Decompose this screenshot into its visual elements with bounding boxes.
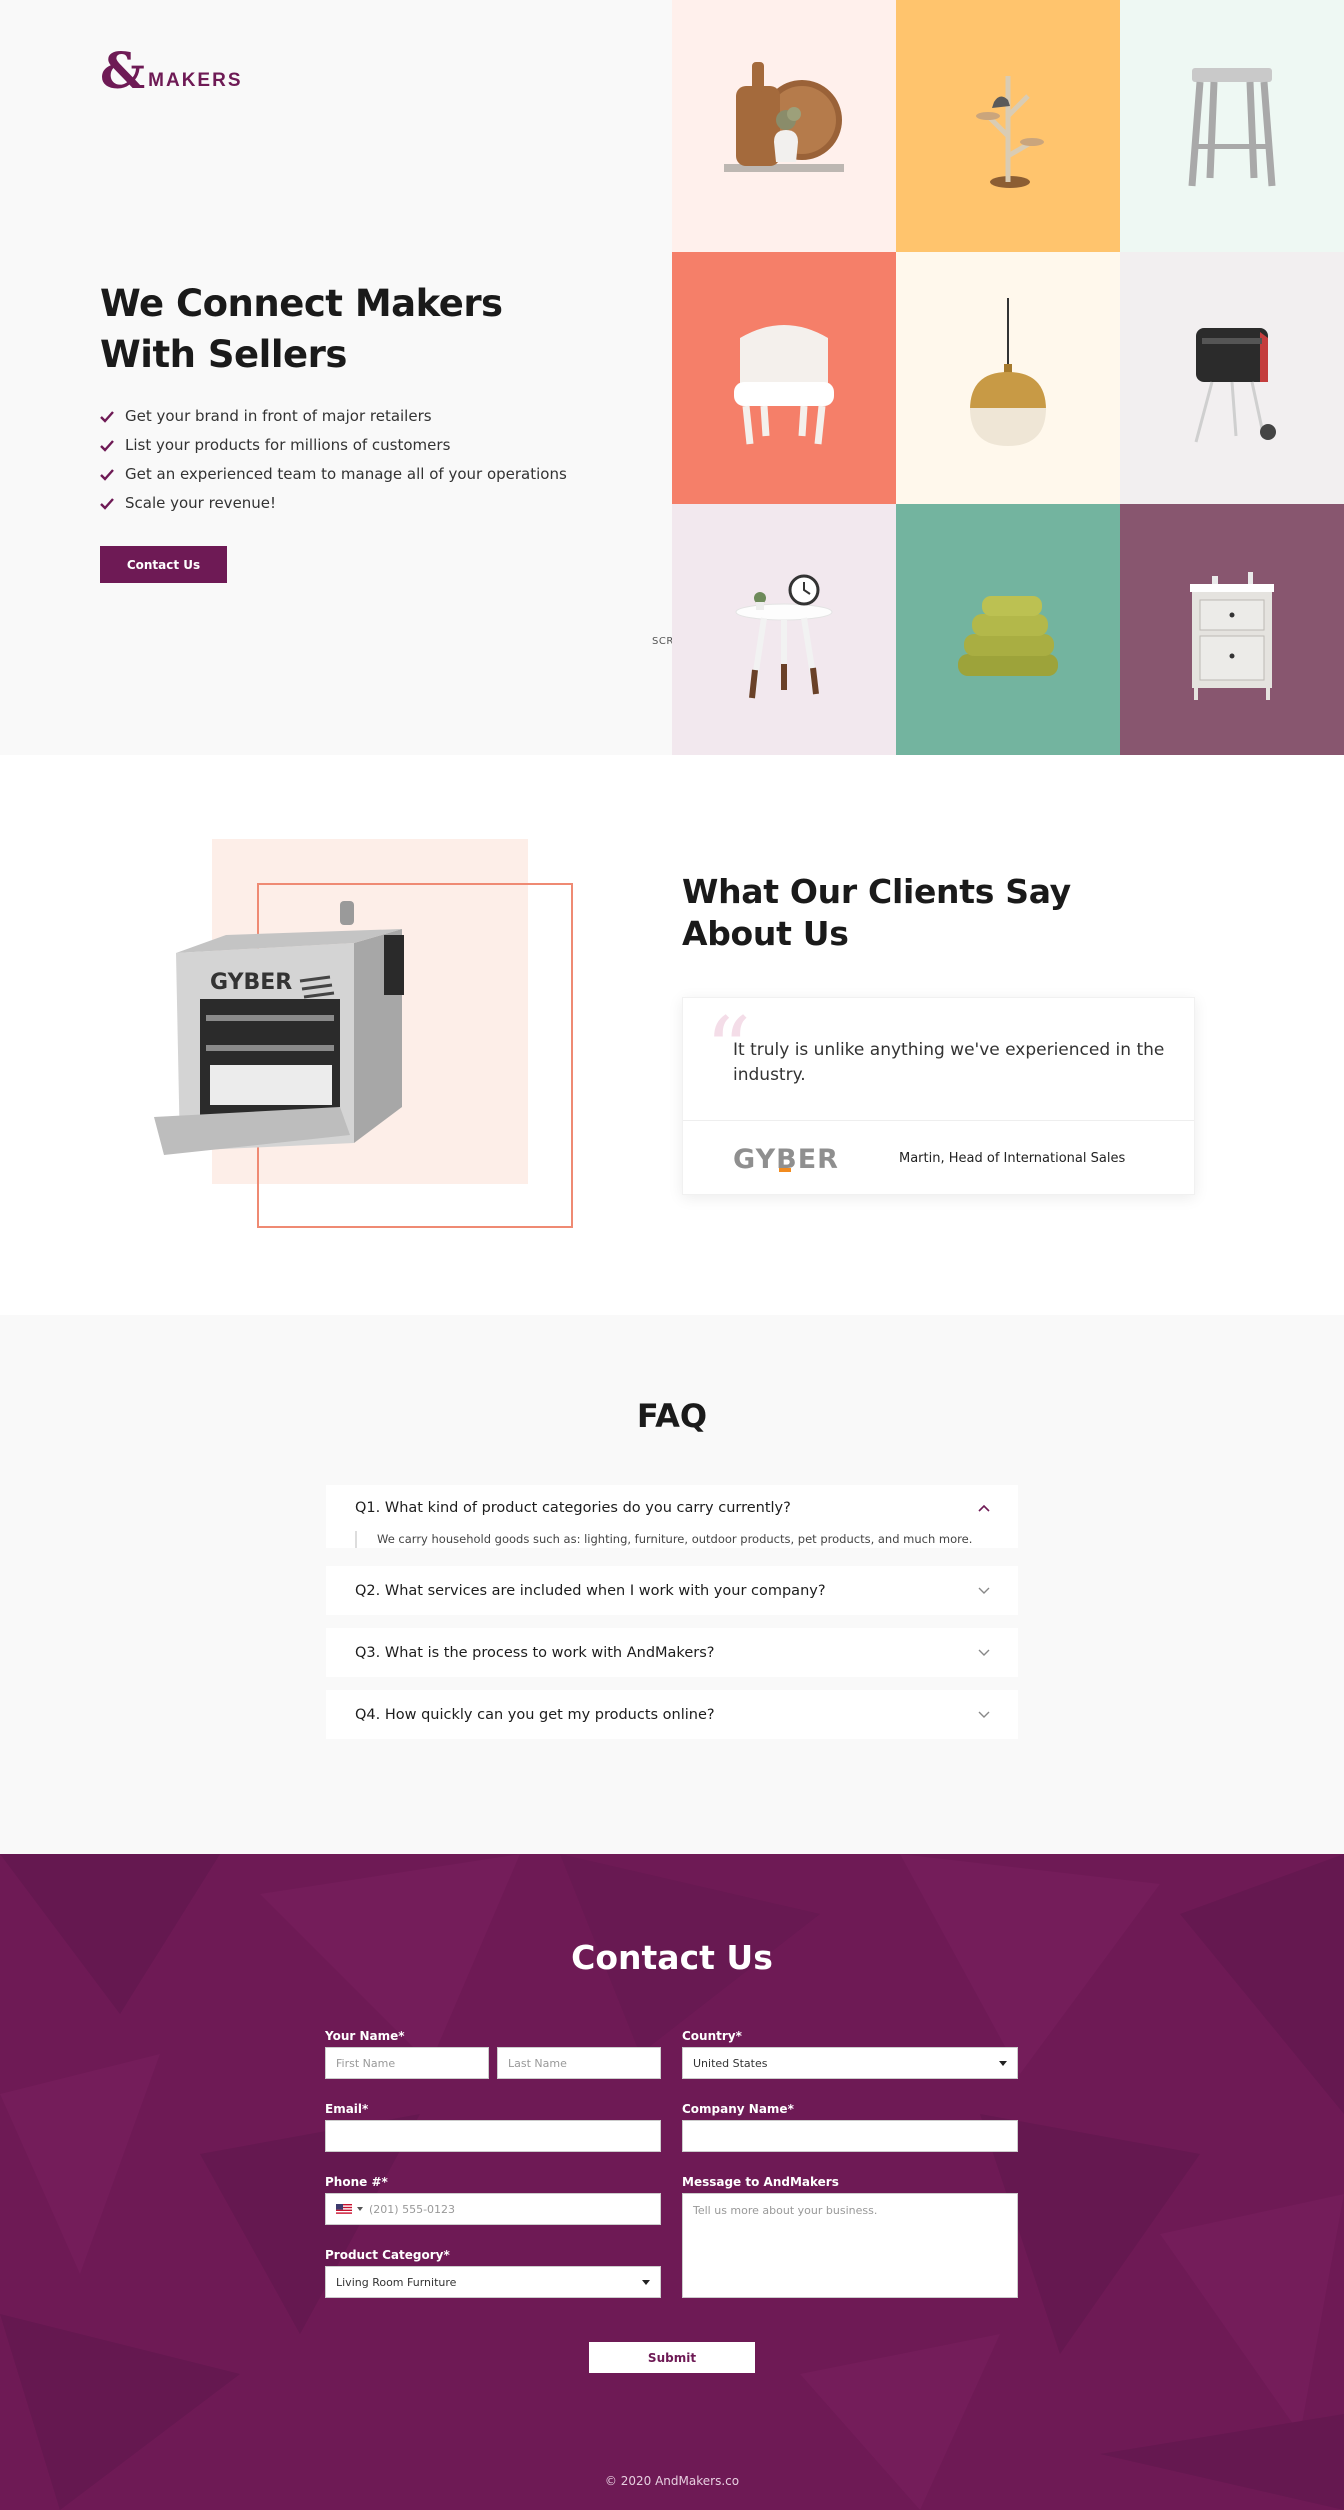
faq-item[interactable]: Q4. How quickly can you get my products … xyxy=(326,1690,1018,1739)
country-select[interactable]: United States xyxy=(682,2047,1018,2079)
flag-caret-icon xyxy=(357,2207,363,2211)
testimonial-section: GYBER What Our Clients Say About Us “ It… xyxy=(0,755,1344,1315)
product-brand-text: GYBER xyxy=(210,970,292,995)
tile-grill xyxy=(1120,252,1344,504)
submit-button[interactable]: Submit xyxy=(589,2342,755,2373)
chevron-down-icon[interactable] xyxy=(978,1587,990,1595)
country-value: United States xyxy=(693,2056,768,2070)
benefit-text: List your products for millions of custo… xyxy=(125,436,451,454)
faq-question-row[interactable]: Q4. How quickly can you get my products … xyxy=(326,1690,1018,1739)
chevron-up-icon[interactable] xyxy=(978,1504,990,1512)
tile-nightstand xyxy=(1120,504,1344,755)
company-name-input[interactable] xyxy=(682,2120,1018,2152)
product-grid xyxy=(672,0,1344,755)
email-input[interactable] xyxy=(325,2120,661,2152)
contact-us-button[interactable]: Contact Us xyxy=(100,546,227,583)
testimonial-title-line2: About Us xyxy=(682,914,849,953)
product-category-select[interactable]: Living Room Furniture xyxy=(325,2266,661,2298)
testimonial-divider xyxy=(683,1120,1194,1121)
chevron-down-icon[interactable] xyxy=(978,1649,990,1657)
testimonial-title: What Our Clients Say About Us xyxy=(682,871,1071,955)
category-label: Product Category* xyxy=(325,2248,450,2262)
armchair-image xyxy=(734,325,834,445)
faq-item[interactable]: Q3. What is the process to work with And… xyxy=(326,1628,1018,1677)
faq-question-row[interactable]: Q2. What services are included when I wo… xyxy=(326,1566,1018,1615)
dropdown-caret-icon xyxy=(999,2061,1007,2066)
category-value: Living Room Furniture xyxy=(336,2275,457,2289)
check-icon xyxy=(100,468,114,481)
hero-title-line2: With Sellers xyxy=(100,333,347,376)
benefit-text: Scale your revenue! xyxy=(125,494,277,512)
tile-armchair xyxy=(672,252,896,504)
phone-label: Phone #* xyxy=(325,2175,388,2189)
benefit-item: Scale your revenue! xyxy=(100,489,620,518)
faq-question-row[interactable]: Q1. What kind of product categories do y… xyxy=(326,1485,1018,1531)
faq-item[interactable]: Q2. What services are included when I wo… xyxy=(326,1566,1018,1615)
benefit-item: List your products for millions of custo… xyxy=(100,431,620,460)
tile-towels xyxy=(896,504,1120,755)
faq-list: Q1. What kind of product categories do y… xyxy=(326,1485,1018,1752)
company-label: Company Name* xyxy=(682,2102,794,2116)
grill-product-image xyxy=(1194,328,1276,443)
faq-section: FAQ Q1. What kind of product categories … xyxy=(0,1315,1344,1854)
contact-section: Contact Us Your Name* First Name Last Na… xyxy=(0,1854,1344,2510)
testimonial-card: “ It truly is unlike anything we've expe… xyxy=(682,997,1195,1195)
testimonial-author-name: Martin, Head of International Sales xyxy=(899,1150,1126,1166)
dropdown-caret-icon xyxy=(642,2280,650,2285)
pendant-lamp-image xyxy=(970,298,1046,446)
gyber-grill-image: GYBER xyxy=(154,901,404,1155)
stool-image xyxy=(1188,68,1276,187)
faq-item[interactable]: Q1. What kind of product categories do y… xyxy=(326,1485,1018,1548)
country-label: Country* xyxy=(682,2029,742,2043)
us-flag-icon[interactable] xyxy=(336,2204,352,2214)
benefit-text: Get an experienced team to manage all of… xyxy=(125,465,567,483)
benefit-item: Get an experienced team to manage all of… xyxy=(100,460,620,489)
phone-input[interactable]: (201) 555-0123 xyxy=(325,2193,661,2225)
name-label: Your Name* xyxy=(325,2029,405,2043)
cutting-boards-image xyxy=(724,62,844,172)
message-label: Message to AndMakers xyxy=(682,2175,839,2189)
gyber-logo: GYBER xyxy=(733,1144,838,1173)
hero-text: We Connect Makers With Sellers Get your … xyxy=(100,278,620,583)
faq-question-row[interactable]: Q3. What is the process to work with And… xyxy=(326,1628,1018,1677)
cat-tree-image xyxy=(976,76,1044,188)
testimonial-quote: It truly is unlike anything we've experi… xyxy=(733,1040,1165,1085)
faq-question: Q1. What kind of product categories do y… xyxy=(355,1500,791,1516)
hero-title: We Connect Makers With Sellers xyxy=(100,278,620,380)
testimonial-author: GYBER Martin, Head of International Sale… xyxy=(733,1143,1125,1173)
towels-image xyxy=(958,595,1058,676)
faq-question: Q2. What services are included when I wo… xyxy=(355,1582,826,1599)
tile-stool xyxy=(1120,0,1344,252)
last-name-input[interactable]: Last Name xyxy=(497,2047,661,2079)
logo[interactable]: & MAKERS xyxy=(100,41,243,100)
contact-title: Contact Us xyxy=(571,1938,773,1977)
chevron-down-icon[interactable] xyxy=(978,1711,990,1719)
phone-placeholder: (201) 555-0123 xyxy=(369,2202,456,2216)
benefit-item: Get your brand in front of major retaile… xyxy=(100,402,620,431)
tile-cutting-boards xyxy=(672,0,896,252)
faq-title: FAQ xyxy=(636,1397,708,1435)
logo-wordmark: MAKERS xyxy=(148,70,243,91)
testimonial-title-line1: What Our Clients Say xyxy=(682,872,1071,911)
benefit-text: Get your brand in front of major retaile… xyxy=(125,407,432,425)
email-label: Email* xyxy=(325,2102,369,2116)
check-icon xyxy=(100,439,114,452)
hero-section: & MAKERS We Connect Makers With Sellers … xyxy=(0,0,1344,755)
hero-title-line1: We Connect Makers xyxy=(100,282,503,325)
faq-question: Q4. How quickly can you get my products … xyxy=(355,1706,715,1723)
logo-ampersand: & xyxy=(100,41,146,100)
tile-cat-tree xyxy=(896,0,1120,252)
tile-pendant-lamp xyxy=(896,252,1120,504)
first-name-input[interactable]: First Name xyxy=(325,2047,489,2079)
check-icon xyxy=(100,497,114,510)
side-table-image xyxy=(735,574,833,698)
benefits-list: Get your brand in front of major retaile… xyxy=(100,402,620,518)
copyright-text: © 2020 AndMakers.co xyxy=(604,2474,740,2488)
message-textarea[interactable]: Tell us more about your business. xyxy=(682,2193,1018,2298)
faq-answer: We carry household goods such as: lighti… xyxy=(355,1531,990,1548)
faq-question: Q3. What is the process to work with And… xyxy=(355,1644,715,1661)
check-icon xyxy=(100,410,114,423)
tile-side-table xyxy=(672,504,896,755)
nightstand-image xyxy=(1190,571,1274,700)
